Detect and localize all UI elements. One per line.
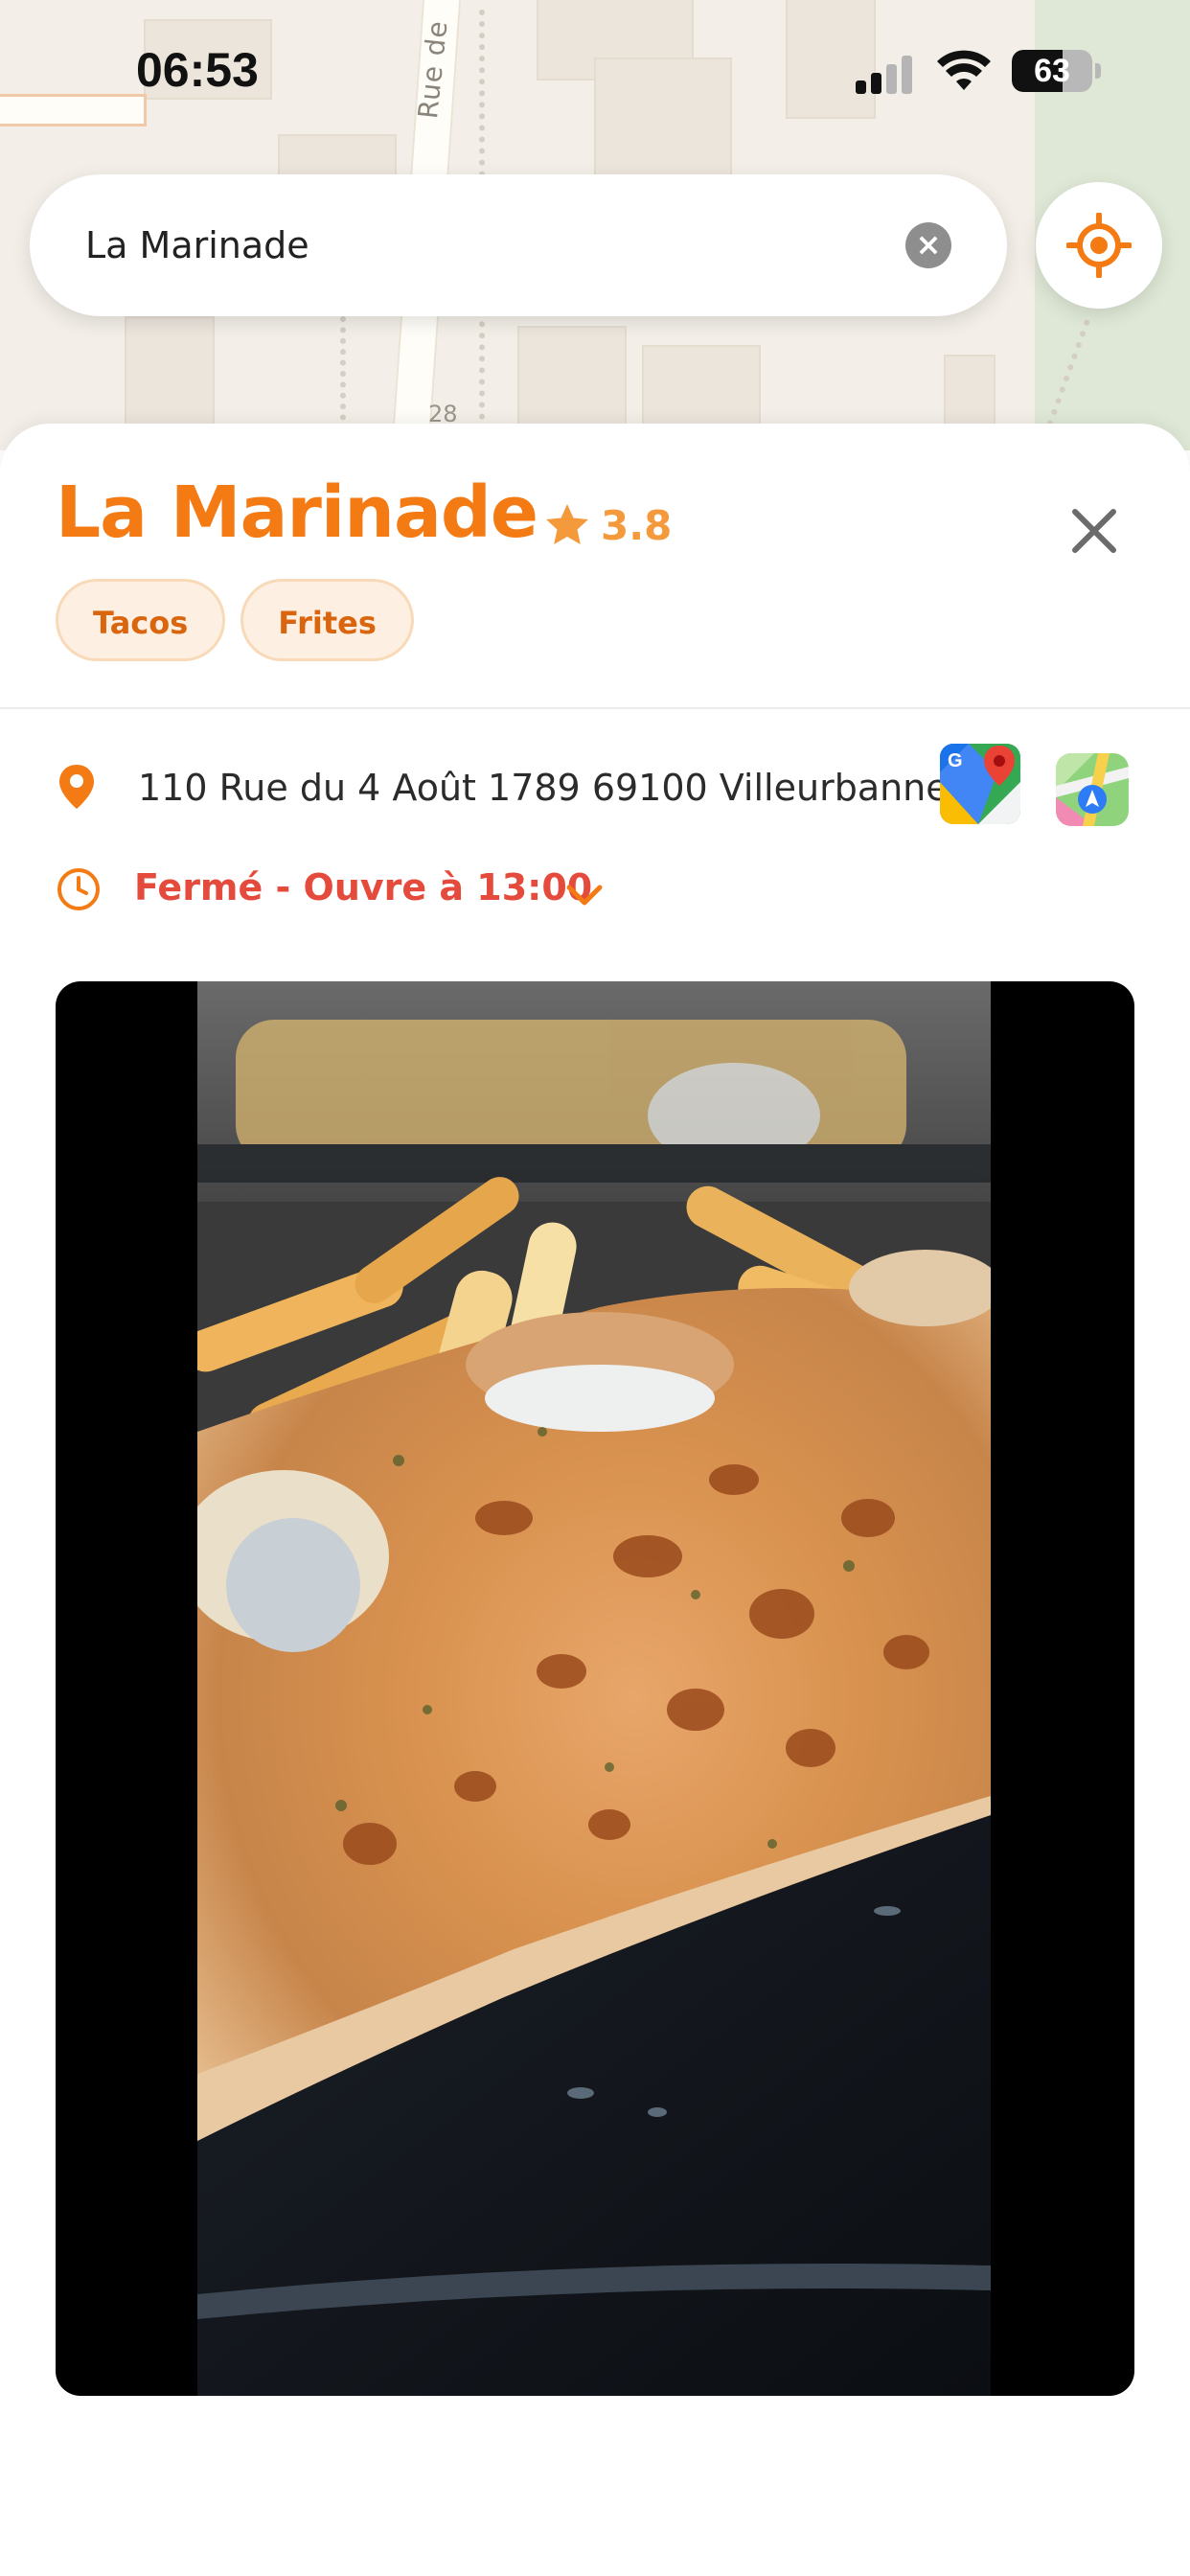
battery-icon: 63: [1012, 50, 1092, 92]
apple-maps-icon[interactable]: [1056, 753, 1129, 826]
search-input[interactable]: [85, 174, 909, 316]
clock-icon: [57, 868, 100, 910]
star-icon: [546, 504, 588, 544]
map-building: [517, 326, 627, 435]
place-rating: 3.8: [543, 496, 672, 554]
place-name: La Marinade: [56, 472, 538, 554]
search-bar[interactable]: ×: [30, 174, 1007, 316]
svg-text:G: G: [948, 750, 963, 771]
battery-tip: [1095, 63, 1101, 79]
close-icon[interactable]: [1065, 502, 1123, 560]
map-path: [340, 316, 346, 431]
opening-status[interactable]: Fermé - Ouvre à 13:00: [134, 866, 592, 908]
status-bar: 06:53 63: [0, 0, 1190, 144]
map-building: [125, 316, 215, 435]
tag-chip[interactable]: Frites: [240, 579, 414, 661]
rating-value: 3.8: [601, 501, 673, 549]
place-address[interactable]: 110 Rue du 4 Août 1789 69100 Villeurbann…: [138, 767, 949, 809]
battery-percentage: 63: [1034, 53, 1070, 89]
location-pin-icon: [59, 765, 94, 809]
food-photo-image: [197, 981, 991, 2396]
category-tags: Tacos Frites: [56, 579, 429, 661]
clear-icon[interactable]: ×: [905, 222, 951, 268]
cellular-signal-icon: [856, 56, 915, 94]
wifi-icon: [937, 50, 991, 90]
locate-me-button[interactable]: [1036, 182, 1162, 309]
chevron-down-icon[interactable]: [565, 882, 604, 908]
status-time: 06:53: [136, 43, 259, 97]
tag-chip[interactable]: Tacos: [56, 579, 226, 661]
divider: [0, 707, 1190, 709]
locate-icon: [1066, 213, 1132, 278]
place-photo[interactable]: [56, 981, 1134, 2396]
google-maps-icon[interactable]: G: [940, 744, 1020, 824]
